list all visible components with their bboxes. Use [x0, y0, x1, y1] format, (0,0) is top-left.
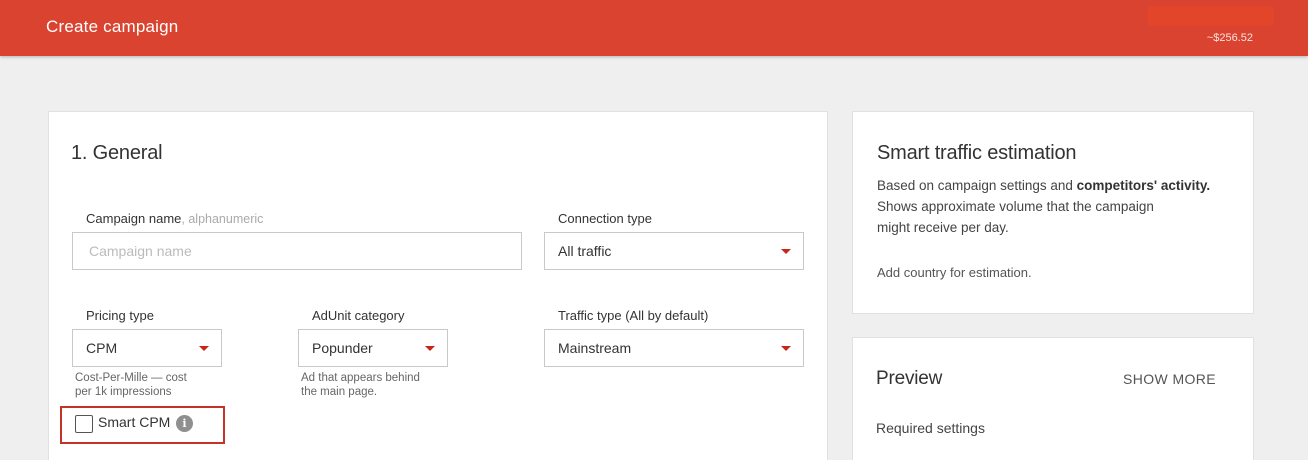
preview-card — [852, 337, 1254, 460]
smart-cpm-checkbox[interactable] — [75, 415, 93, 433]
estimation-description: Based on campaign settings and competito… — [877, 175, 1247, 238]
pricing-type-select[interactable]: CPM — [72, 329, 222, 367]
pricing-help-line-2: per 1k impressions — [75, 386, 172, 398]
pricing-type-value: CPM — [86, 340, 118, 356]
chevron-down-icon — [781, 249, 791, 254]
adunit-help-line-1: Ad that appears behind — [301, 372, 420, 384]
connection-type-label: Connection type — [558, 211, 652, 226]
traffic-type-label: Traffic type (All by default) — [558, 308, 709, 323]
pricing-type-label: Pricing type — [86, 308, 154, 323]
adunit-category-label: AdUnit category — [312, 308, 405, 323]
chevron-down-icon — [199, 346, 209, 351]
campaign-name-hint: , alphanumeric — [181, 212, 264, 226]
smart-cpm-label[interactable]: Smart CPM — [98, 414, 170, 430]
chevron-down-icon — [425, 346, 435, 351]
estimation-line-2: Shows approximate volume that the campai… — [877, 199, 1154, 214]
show-more-button[interactable]: SHOW MORE — [1123, 371, 1216, 387]
campaign-name-label: Campaign name, alphanumeric — [86, 211, 263, 226]
connection-type-value: All traffic — [558, 243, 612, 259]
estimation-text-prefix: Based on campaign settings and — [877, 178, 1077, 193]
required-settings-label: Required settings — [876, 420, 985, 436]
preview-title: Preview — [876, 368, 943, 389]
traffic-type-value: Mainstream — [558, 340, 632, 356]
balance-badge[interactable] — [1148, 6, 1274, 26]
estimation-line-1: Based on campaign settings and competito… — [877, 175, 1247, 196]
estimation-note: Add country for estimation. — [877, 265, 1032, 280]
campaign-name-label-text: Campaign name — [86, 211, 182, 226]
estimation-line-3: might receive per day. — [877, 220, 1009, 235]
estimation-title: Smart traffic estimation — [877, 142, 1077, 164]
top-bar: Create campaign ~$256.52 — [0, 0, 1308, 56]
pricing-help-line-1: Cost-Per-Mille — cost — [75, 372, 187, 384]
connection-type-select[interactable]: All traffic — [544, 232, 804, 270]
page-title: Create campaign — [46, 17, 179, 36]
adunit-category-select[interactable]: Popunder — [298, 329, 448, 367]
traffic-type-select[interactable]: Mainstream — [544, 329, 804, 367]
chevron-down-icon — [781, 346, 791, 351]
campaign-name-input[interactable]: Campaign name — [72, 232, 522, 270]
account-balance: ~$256.52 — [1206, 32, 1253, 44]
pricing-type-help: Cost-Per-Mille — cost per 1k impressions — [75, 371, 187, 399]
adunit-help-line-2: the main page. — [301, 386, 378, 398]
estimation-text-bold: competitors' activity. — [1076, 178, 1211, 193]
adunit-category-value: Popunder — [312, 340, 373, 356]
info-icon[interactable]: i — [176, 415, 193, 432]
adunit-category-help: Ad that appears behind the main page. — [301, 371, 420, 399]
general-section-title: 1. General — [71, 142, 163, 164]
